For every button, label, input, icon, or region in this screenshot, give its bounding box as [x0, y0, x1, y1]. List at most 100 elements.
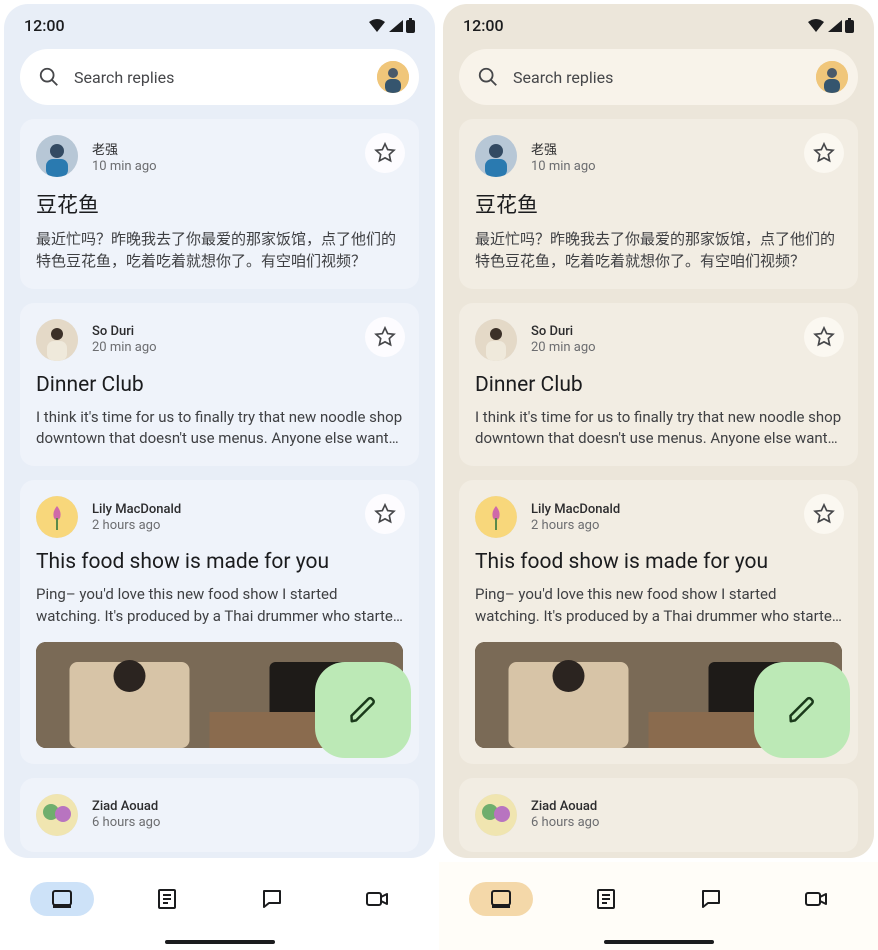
- status-bar: 12:00: [443, 4, 874, 43]
- phone-blue-theme: 12:00 Search replies 老强: [0, 0, 439, 950]
- profile-avatar[interactable]: [377, 61, 409, 93]
- nav-chat[interactable]: [240, 882, 304, 916]
- message-body: I think it's time for us to finally try …: [475, 407, 842, 451]
- message-title: Dinner Club: [36, 373, 403, 397]
- message-title: 豆花鱼: [36, 189, 403, 219]
- gesture-handle: [604, 940, 714, 944]
- search-bar[interactable]: Search replies: [20, 49, 419, 105]
- nav-video[interactable]: [345, 882, 409, 916]
- nav-articles[interactable]: [135, 882, 199, 916]
- message-title: This food show is made for you: [36, 550, 403, 574]
- wifi-icon: [368, 19, 386, 33]
- star-icon: [374, 326, 396, 348]
- inbox-icon: [489, 888, 513, 910]
- sender-time: 2 hours ago: [92, 518, 181, 533]
- search-icon: [477, 66, 499, 88]
- message-body: Ping– you'd love this new food show I st…: [36, 584, 403, 628]
- bottom-nav: [439, 862, 878, 950]
- nav-video[interactable]: [784, 882, 848, 916]
- star-icon: [813, 503, 835, 525]
- phone-beige-theme: 12:00 Search replies 老强: [439, 0, 878, 950]
- nav-articles[interactable]: [574, 882, 638, 916]
- message-body: 最近忙吗？昨晚我去了你最爱的那家饭馆，点了他们的特色豆花鱼，吃着吃着就想你了。有…: [475, 229, 842, 273]
- message-title: 豆花鱼: [475, 189, 842, 219]
- search-placeholder: Search replies: [513, 68, 802, 87]
- clock: 12:00: [463, 16, 504, 35]
- star-button[interactable]: [365, 133, 405, 173]
- sender-time: 20 min ago: [531, 340, 596, 355]
- nav-inbox[interactable]: [30, 882, 94, 916]
- message-card[interactable]: 老强 10 min ago 豆花鱼 最近忙吗？昨晚我去了你最爱的那家饭馆，点了他…: [20, 119, 419, 289]
- compose-fab[interactable]: [315, 662, 411, 758]
- chat-icon: [261, 888, 283, 910]
- battery-icon: [406, 18, 415, 33]
- sender-avatar: [36, 496, 78, 538]
- pencil-icon: [787, 695, 817, 725]
- compose-fab[interactable]: [754, 662, 850, 758]
- status-icons: [368, 18, 415, 33]
- star-button[interactable]: [365, 317, 405, 357]
- search-placeholder: Search replies: [74, 68, 363, 87]
- video-icon: [365, 889, 389, 909]
- star-icon: [813, 142, 835, 164]
- sender-name: Lily MacDonald: [92, 502, 181, 517]
- bottom-nav: [0, 862, 439, 950]
- sender-name: Ziad Aouad: [92, 799, 160, 814]
- sender-time: 6 hours ago: [531, 815, 599, 830]
- message-body: Ping– you'd love this new food show I st…: [475, 584, 842, 628]
- sender-time: 10 min ago: [531, 159, 596, 174]
- sender-avatar: [475, 794, 517, 836]
- sender-time: 6 hours ago: [92, 815, 160, 830]
- message-card[interactable]: 老强 10 min ago 豆花鱼 最近忙吗？昨晚我去了你最爱的那家饭馆，点了他…: [459, 119, 858, 289]
- battery-icon: [845, 18, 854, 33]
- sender-time: 2 hours ago: [531, 518, 620, 533]
- status-bar: 12:00: [4, 4, 435, 43]
- sender-avatar: [475, 496, 517, 538]
- message-card[interactable]: So Duri 20 min ago Dinner Club I think i…: [459, 303, 858, 467]
- sender-name: 老强: [531, 139, 596, 158]
- video-icon: [804, 889, 828, 909]
- star-icon: [374, 503, 396, 525]
- star-button[interactable]: [804, 133, 844, 173]
- article-icon: [595, 888, 617, 910]
- sender-avatar: [36, 794, 78, 836]
- message-body: 最近忙吗？昨晚我去了你最爱的那家饭馆，点了他们的特色豆花鱼，吃着吃着就想你了。有…: [36, 229, 403, 273]
- sender-name: So Duri: [531, 324, 596, 339]
- star-icon: [813, 326, 835, 348]
- sender-avatar: [475, 319, 517, 361]
- nav-chat[interactable]: [679, 882, 743, 916]
- sender-avatar: [475, 135, 517, 177]
- sender-time: 10 min ago: [92, 159, 157, 174]
- profile-avatar[interactable]: [816, 61, 848, 93]
- inbox-icon: [50, 888, 74, 910]
- article-icon: [156, 888, 178, 910]
- pencil-icon: [348, 695, 378, 725]
- sender-name: So Duri: [92, 324, 157, 339]
- sender-time: 20 min ago: [92, 340, 157, 355]
- message-title: Dinner Club: [475, 373, 842, 397]
- star-button[interactable]: [365, 494, 405, 534]
- message-card[interactable]: So Duri 20 min ago Dinner Club I think i…: [20, 303, 419, 467]
- message-body: I think it's time for us to finally try …: [36, 407, 403, 451]
- message-card[interactable]: Ziad Aouad 6 hours ago: [20, 778, 419, 852]
- nav-inbox[interactable]: [469, 882, 533, 916]
- screen: 12:00 Search replies 老强: [4, 4, 435, 858]
- sender-avatar: [36, 135, 78, 177]
- chat-icon: [700, 888, 722, 910]
- message-card[interactable]: Ziad Aouad 6 hours ago: [459, 778, 858, 852]
- gesture-handle: [165, 940, 275, 944]
- sender-name: Ziad Aouad: [531, 799, 599, 814]
- sender-avatar: [36, 319, 78, 361]
- search-icon: [38, 66, 60, 88]
- status-icons: [807, 18, 854, 33]
- signal-icon: [388, 19, 404, 33]
- star-button[interactable]: [804, 494, 844, 534]
- wifi-icon: [807, 19, 825, 33]
- screen: 12:00 Search replies 老强: [443, 4, 874, 858]
- star-button[interactable]: [804, 317, 844, 357]
- star-icon: [374, 142, 396, 164]
- search-bar[interactable]: Search replies: [459, 49, 858, 105]
- signal-icon: [827, 19, 843, 33]
- message-title: This food show is made for you: [475, 550, 842, 574]
- sender-name: 老强: [92, 139, 157, 158]
